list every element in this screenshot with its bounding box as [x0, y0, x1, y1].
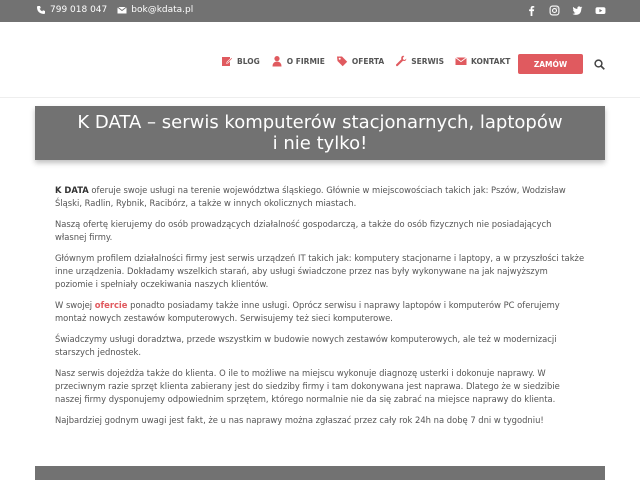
phone-number: 799 018 047	[50, 5, 108, 15]
paragraph-onsite: Nasz serwis dojeżdża także do klienta. O…	[55, 368, 560, 404]
twitter-icon[interactable]	[572, 5, 583, 16]
search-icon[interactable]	[594, 59, 605, 70]
nav-label: BLOG	[237, 56, 260, 66]
nav-label: SERWIS	[411, 56, 444, 66]
user-icon	[272, 56, 282, 67]
phone-contact[interactable]: 799 018 047	[36, 5, 107, 15]
page-title: K DATA – serwis komputerów stacjonarnych…	[77, 112, 563, 154]
nav-label: O FIRMIE	[286, 56, 325, 66]
paragraph-profile: Głównym profilem działalności firmy jest…	[55, 253, 585, 289]
company-name: K DATA	[55, 185, 89, 195]
paragraph-offer: W swojej ofercie ponadto posiadamy także…	[55, 299, 585, 325]
email-address: bok@kdata.pl	[131, 5, 194, 15]
nav-item-kontakt[interactable]: KONTAKT	[455, 55, 510, 67]
top-bar: 799 018 047 bok@kdata.pl	[0, 0, 640, 22]
email-contact[interactable]: bok@kdata.pl	[117, 5, 193, 15]
nav-label: OFERTA	[351, 56, 385, 66]
paragraph-intro: K DATA oferuje swoje usługi na terenie w…	[55, 184, 585, 210]
main-content: K DATA oferuje swoje usługi na terenie w…	[55, 184, 585, 435]
tag-icon	[336, 56, 348, 67]
paragraph-text: ponadto posiadamy także inne usługi. Opr…	[55, 300, 560, 323]
facebook-icon[interactable]	[526, 5, 537, 17]
envelope-icon	[455, 57, 467, 65]
paragraph-availability: Najbardziej godnym uwagi jest fakt, że u…	[55, 415, 544, 425]
offer-link[interactable]: ofercie	[95, 300, 128, 310]
paragraph-text: W swojej	[55, 300, 95, 310]
nav-item-serwis[interactable]: SERWIS	[395, 55, 444, 67]
paragraph-target: Naszą ofertę kierujemy do osób prowadząc…	[55, 219, 552, 242]
edit-icon	[222, 57, 233, 66]
paragraph-consulting: Świadczymy usługi doradztwa, przede wszy…	[55, 334, 557, 357]
social-links	[526, 5, 606, 17]
nav-item-blog[interactable]: BLOG	[221, 55, 260, 67]
contact-info: 799 018 047 bok@kdata.pl	[36, 5, 193, 15]
paragraph-text: oferuje swoje usługi na terenie wojewódz…	[55, 185, 566, 208]
footer-bar	[35, 466, 605, 480]
nav-item-oferta[interactable]: OFERTA	[336, 55, 384, 67]
nav-item-o-firmie[interactable]: O FIRMIE	[271, 55, 325, 67]
page-title-box: K DATA – serwis komputerów stacjonarnych…	[35, 106, 605, 160]
envelope-icon	[117, 6, 128, 14]
youtube-icon[interactable]	[595, 5, 606, 16]
site-header: BLOG O FIRMIE OFERTA SERWIS KONTAKT ZAMÓ…	[0, 22, 640, 98]
nav-label: KONTAKT	[471, 56, 511, 66]
wrench-icon	[396, 55, 407, 67]
phone-icon	[37, 6, 45, 14]
order-button[interactable]: ZAMÓW	[518, 54, 583, 74]
main-navigation: BLOG O FIRMIE OFERTA SERWIS KONTAKT	[221, 55, 521, 67]
instagram-icon[interactable]	[549, 5, 560, 16]
